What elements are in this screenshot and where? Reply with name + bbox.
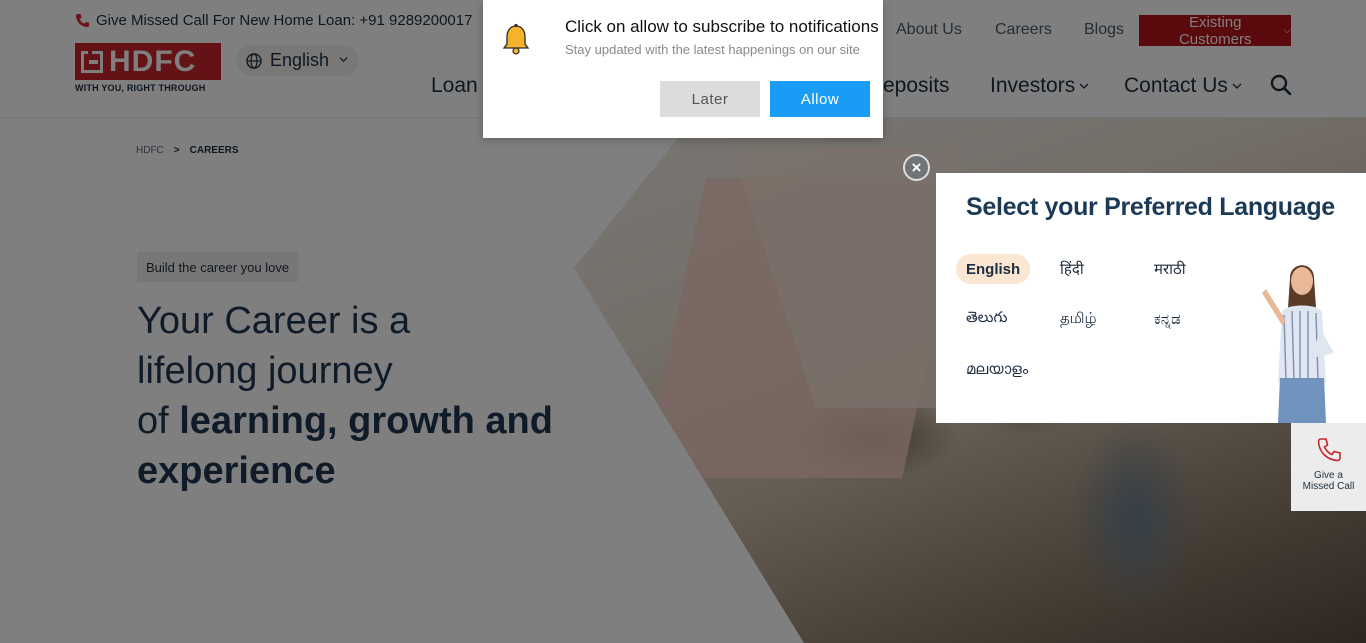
- language-option-telugu[interactable]: తెలుగు: [956, 304, 1017, 334]
- phone-icon: [1317, 438, 1341, 462]
- language-option-english[interactable]: English: [956, 254, 1031, 284]
- language-modal: Select your Preferred Language English ह…: [936, 173, 1366, 423]
- notification-permission-popup: Click on allow to subscribe to notificat…: [483, 0, 883, 138]
- notification-subtitle: Stay updated with the latest happenings …: [565, 42, 860, 57]
- woman-illustration: [1262, 265, 1334, 423]
- bell-icon: [502, 23, 530, 55]
- close-icon[interactable]: ×: [903, 154, 930, 181]
- allow-button[interactable]: Allow: [770, 81, 870, 117]
- language-option-marathi[interactable]: मराठी: [1144, 254, 1196, 284]
- language-option-hindi[interactable]: हिंदी: [1050, 254, 1094, 284]
- give-missed-call-widget[interactable]: Give a Missed Call: [1291, 423, 1366, 511]
- later-button[interactable]: Later: [660, 81, 760, 117]
- notification-title: Click on allow to subscribe to notificat…: [565, 17, 879, 36]
- language-option-tamil[interactable]: தமிழ்: [1050, 304, 1107, 334]
- language-option-kannada[interactable]: ಕನ್ನಡ: [1144, 304, 1191, 334]
- language-modal-title: Select your Preferred Language: [966, 193, 1335, 221]
- language-option-malayalam[interactable]: മലയാളം: [956, 354, 1038, 384]
- give-missed-call-label: Give a Missed Call: [1302, 470, 1355, 492]
